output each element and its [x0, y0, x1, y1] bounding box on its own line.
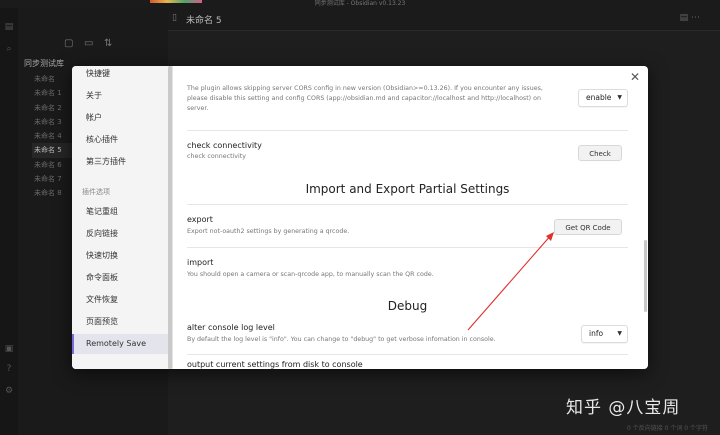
nav-item-backlinks[interactable]: 反向链接: [72, 224, 168, 244]
nav-item-file-recovery[interactable]: 文件恢复: [72, 290, 168, 310]
nav-item-community-plugins[interactable]: 第三方插件: [72, 152, 168, 172]
check-button[interactable]: Check: [578, 145, 622, 161]
import-export-heading: Import and Export Partial Settings: [305, 182, 510, 196]
settings-modal: 快捷键 关于 帐户 核心插件 第三方插件 插件选项 笔记重组 反向链接 快速切换…: [72, 66, 648, 369]
settings-nav: 快捷键 关于 帐户 核心插件 第三方插件 插件选项 笔记重组 反向链接 快速切换…: [72, 66, 173, 369]
chevron-down-icon: ▼: [617, 94, 622, 101]
divider: [187, 130, 628, 131]
chevron-down-icon: ▼: [617, 330, 622, 337]
nav-item-account[interactable]: 帐户: [72, 108, 168, 128]
nav-item-about[interactable]: 关于: [72, 86, 168, 106]
left-ribbon: ▤ ⌕ ▣ ? ⚙: [0, 8, 19, 435]
nav-item-command-palette[interactable]: 命令面板: [72, 268, 168, 288]
export-description: Export not-oauth2 settings by generating…: [187, 228, 350, 235]
export-label: export: [187, 215, 213, 224]
nav-item-core-plugins[interactable]: 核心插件: [72, 130, 168, 150]
file-explorer-toolbar: ▢ ▭ ⇅: [18, 38, 168, 52]
content-scrollbar[interactable]: [644, 240, 647, 312]
divider: [187, 247, 628, 248]
import-label: import: [187, 258, 214, 267]
status-bar: 0 个反向链接 0 个词 0 个字符: [627, 425, 708, 432]
document-icon: ▯: [172, 13, 177, 23]
check-connectivity-label: check connectivity: [187, 141, 262, 150]
divider: [187, 354, 628, 355]
pane-menu-icon[interactable]: ▤ ⋯: [680, 13, 700, 23]
sidebar-toggle-icon[interactable]: ▤: [4, 22, 14, 32]
help-icon[interactable]: ?: [4, 364, 14, 374]
settings-icon[interactable]: ⚙: [4, 386, 14, 396]
new-folder-icon[interactable]: ▭: [84, 38, 93, 49]
sort-icon[interactable]: ⇅: [104, 38, 112, 49]
log-level-dropdown-value: info: [589, 329, 604, 338]
log-level-dropdown[interactable]: info ▼: [581, 325, 628, 343]
close-icon[interactable]: ✕: [630, 70, 640, 84]
get-qr-code-button[interactable]: Get QR Code: [554, 219, 622, 235]
nav-item-note-composer[interactable]: 笔记重组: [72, 202, 168, 222]
nav-heading-plugin-options: 插件选项: [82, 188, 110, 196]
new-note-icon[interactable]: ▢: [64, 38, 73, 49]
divider: [187, 204, 628, 205]
cors-dropdown-value: enable: [586, 93, 612, 102]
cors-dropdown[interactable]: enable ▼: [578, 89, 628, 107]
log-level-label: alter console log level: [187, 323, 275, 332]
output-settings-label: output current settings from disk to con…: [187, 360, 363, 369]
import-description: You should open a camera or scan-qrcode …: [187, 271, 434, 278]
nav-item-page-preview[interactable]: 页面预览: [72, 312, 168, 332]
editor-tab-title[interactable]: 未命名 5: [186, 13, 222, 26]
check-connectivity-description: check connectivity: [187, 153, 246, 160]
vault-name: 同步测试库: [24, 59, 64, 68]
nav-item-hotkeys[interactable]: 快捷键: [72, 66, 168, 84]
window-title: 同步测试库 - Obsidian v0.13.23: [314, 0, 406, 7]
watermark: 知乎 @八宝周: [566, 398, 681, 418]
editor-tabbar: ▯ 未命名 5 ▤ ⋯: [168, 8, 720, 31]
debug-heading: Debug: [387, 299, 428, 313]
settings-content: The plugin allows skipping server CORS c…: [172, 66, 648, 369]
vault-icon[interactable]: ▣: [4, 344, 14, 354]
cors-setting-description: The plugin allows skipping server CORS c…: [187, 85, 543, 112]
search-icon[interactable]: ⌕: [4, 44, 14, 54]
nav-item-remotely-save[interactable]: Remotely Save: [72, 334, 168, 354]
nav-item-quick-switcher[interactable]: 快速切换: [72, 246, 168, 266]
log-level-description: By default the log level is "info". You …: [187, 336, 496, 343]
image-thumbnail: [150, 0, 202, 3]
